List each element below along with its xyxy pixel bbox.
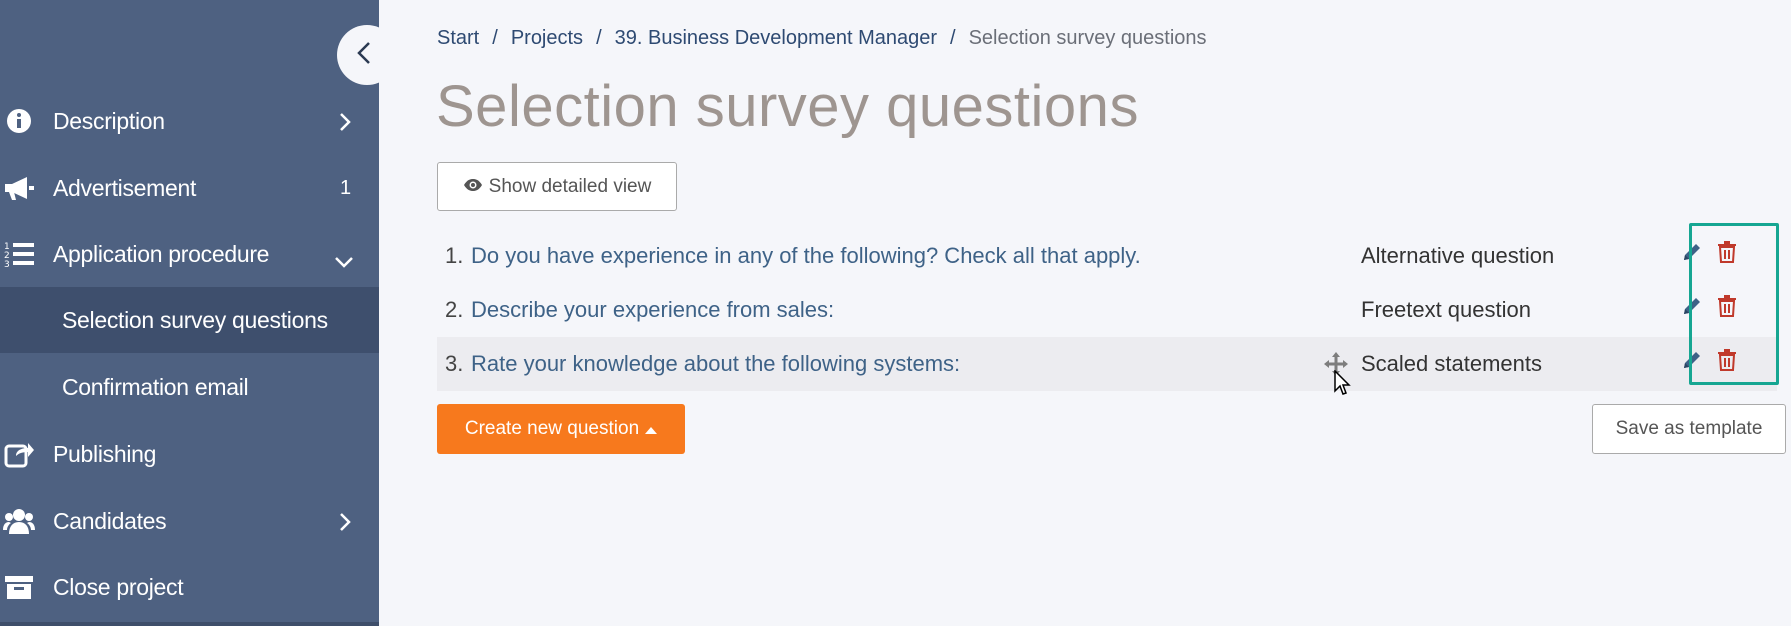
chevron-down-icon xyxy=(334,247,354,274)
save-as-template-label: Save as template xyxy=(1615,418,1763,439)
breadcrumb-start[interactable]: Start xyxy=(437,27,479,49)
breadcrumb-separator: / xyxy=(492,27,498,49)
caret-up-icon xyxy=(645,418,658,440)
chevron-right-icon xyxy=(339,111,351,138)
count-badge: 1 xyxy=(340,176,351,199)
create-new-question-label: Create new question xyxy=(464,418,640,439)
sidebar-item-description[interactable]: Description xyxy=(0,88,379,154)
question-type: Scaled statements xyxy=(1361,351,1542,376)
breadcrumb-project[interactable]: 39. Business Development Manager xyxy=(615,27,937,49)
sidebar-item-advertisement[interactable]: Advertisement 1 xyxy=(0,155,379,221)
question-row: 3. Rate your knowledge about the followi… xyxy=(437,337,1777,395)
question-row: 1. Do you have experience in any of the … xyxy=(437,229,1777,283)
sidebar-item-label: Close project xyxy=(53,573,184,600)
sidebar-item-application-procedure[interactable]: 123 Application procedure xyxy=(0,221,379,287)
main-content: Start / Projects / 39. Business Development … xyxy=(379,0,1791,626)
question-list: 1. Do you have experience in any of the … xyxy=(437,229,1777,395)
sidebar: Description Advertisement 1 123 Applicat… xyxy=(0,0,379,626)
sidebar-item-label: Confirmation email xyxy=(62,373,249,400)
question-number: 2. xyxy=(445,297,464,322)
sidebar-item-label: Description xyxy=(53,107,165,134)
create-new-question-button[interactable]: Create new question xyxy=(437,404,685,454)
question-type: Alternative question xyxy=(1361,243,1555,268)
question-link[interactable]: Do you have experience in any of the fol… xyxy=(471,243,1141,269)
chevron-left-icon xyxy=(357,41,371,70)
question-link[interactable]: Rate your knowledge about the following … xyxy=(471,351,960,377)
question-number: 3. xyxy=(445,351,464,376)
question-number: 1. xyxy=(445,243,464,268)
question-type: Freetext question xyxy=(1361,297,1531,322)
chevron-right-icon xyxy=(339,511,351,538)
sidebar-item-label: Publishing xyxy=(53,440,157,467)
info-icon xyxy=(3,105,35,137)
question-row: 2. Describe your experience from sales: … xyxy=(437,283,1777,337)
sidebar-item-close-project[interactable]: Close project xyxy=(0,554,379,620)
question-link[interactable]: Describe your experience from sales: xyxy=(471,297,834,323)
sidebar-item-selection-survey-questions[interactable]: Selection survey questions xyxy=(0,287,379,353)
breadcrumb-separator: / xyxy=(950,27,956,49)
sidebar-item-candidates[interactable]: Candidates xyxy=(0,488,379,554)
share-icon xyxy=(3,438,35,470)
megaphone-icon xyxy=(3,172,35,204)
eye-icon xyxy=(463,176,483,198)
sidebar-divider xyxy=(0,622,379,626)
collapse-sidebar-button[interactable] xyxy=(337,25,397,85)
sidebar-item-publishing[interactable]: Publishing xyxy=(0,421,379,487)
show-detailed-view-label: Show detailed view xyxy=(488,175,652,197)
sidebar-item-label: Application procedure xyxy=(53,240,270,267)
sidebar-item-label: Candidates xyxy=(53,507,167,534)
save-as-template-button[interactable]: Save as template xyxy=(1592,404,1786,454)
breadcrumb-projects[interactable]: Projects xyxy=(511,27,583,49)
archive-icon xyxy=(3,571,35,603)
breadcrumb: Start / Projects / 39. Business Development … xyxy=(437,27,1207,50)
svg-text:3: 3 xyxy=(4,260,9,268)
show-detailed-view-button[interactable]: Show detailed view xyxy=(437,162,677,211)
sidebar-item-confirmation-email[interactable]: Confirmation email xyxy=(0,354,379,420)
breadcrumb-separator: / xyxy=(596,27,602,49)
list-icon: 123 xyxy=(3,238,35,270)
users-icon xyxy=(3,505,35,537)
actions-highlight-box xyxy=(1689,223,1779,385)
breadcrumb-current: Selection survey questions xyxy=(968,27,1207,49)
sidebar-item-label: Selection survey questions xyxy=(62,306,328,333)
sidebar-item-label: Advertisement xyxy=(53,174,197,201)
mouse-cursor-icon xyxy=(1333,369,1351,402)
page-title: Selection survey questions xyxy=(436,74,1139,139)
